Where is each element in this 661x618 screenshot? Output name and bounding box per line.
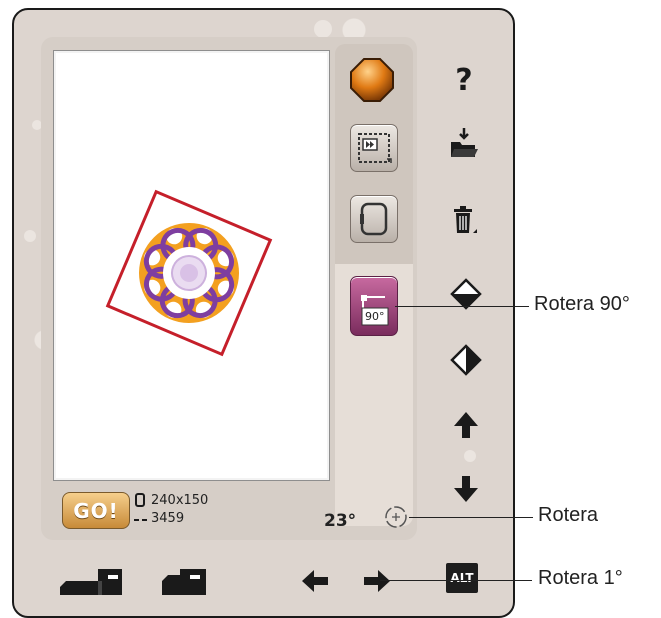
hoop-icon (360, 202, 388, 236)
arrow-right-icon[interactable] (362, 568, 392, 594)
mirror-horizontal-icon[interactable] (449, 343, 483, 377)
callout-rotera: Rotera (538, 504, 599, 526)
rotate-90-button[interactable]: 90° (350, 276, 398, 336)
rotate-90-icon (361, 295, 389, 326)
background-dot (314, 20, 332, 38)
sewing-mode-icon[interactable] (160, 567, 208, 595)
rotate-90-label: 90° (365, 310, 385, 323)
callout-rotera-1: Rotera 1° (538, 567, 623, 589)
embroidery-canvas[interactable] (53, 50, 330, 481)
color-selector-icon[interactable] (349, 57, 395, 103)
stitch-count-icon (134, 519, 147, 521)
stitch-count-text: 3459 (151, 511, 185, 526)
rotate-wheel-icon[interactable] (383, 504, 409, 530)
callout-line-rotera (409, 517, 533, 518)
hoop-size-icon (135, 493, 145, 507)
embroidery-design[interactable] (54, 51, 329, 480)
hoop-size-text: 240x150 (151, 493, 209, 508)
callout-line-rotera1 (380, 580, 532, 581)
rotation-angle-readout: 23° (324, 511, 357, 531)
move-down-icon[interactable] (449, 472, 483, 506)
alt-button[interactable]: ALT (446, 563, 478, 593)
embroidery-mode-icon[interactable] (58, 567, 124, 595)
callout-rotera-90: Rotera 90° (534, 293, 630, 315)
background-dot (24, 230, 36, 242)
stitch-out-button[interactable] (350, 124, 398, 172)
background-dot (464, 450, 476, 462)
go-button[interactable]: GO! (62, 492, 130, 529)
load-icon[interactable] (447, 126, 481, 160)
callout-line-rotera90 (395, 306, 529, 307)
skip-to-end-icon (358, 133, 392, 163)
help-icon[interactable]: ? (447, 64, 481, 98)
arrow-left-icon[interactable] (300, 568, 330, 594)
hoop-selection-button[interactable] (350, 195, 398, 243)
delete-icon[interactable] (447, 203, 481, 237)
move-up-icon[interactable] (449, 408, 483, 442)
